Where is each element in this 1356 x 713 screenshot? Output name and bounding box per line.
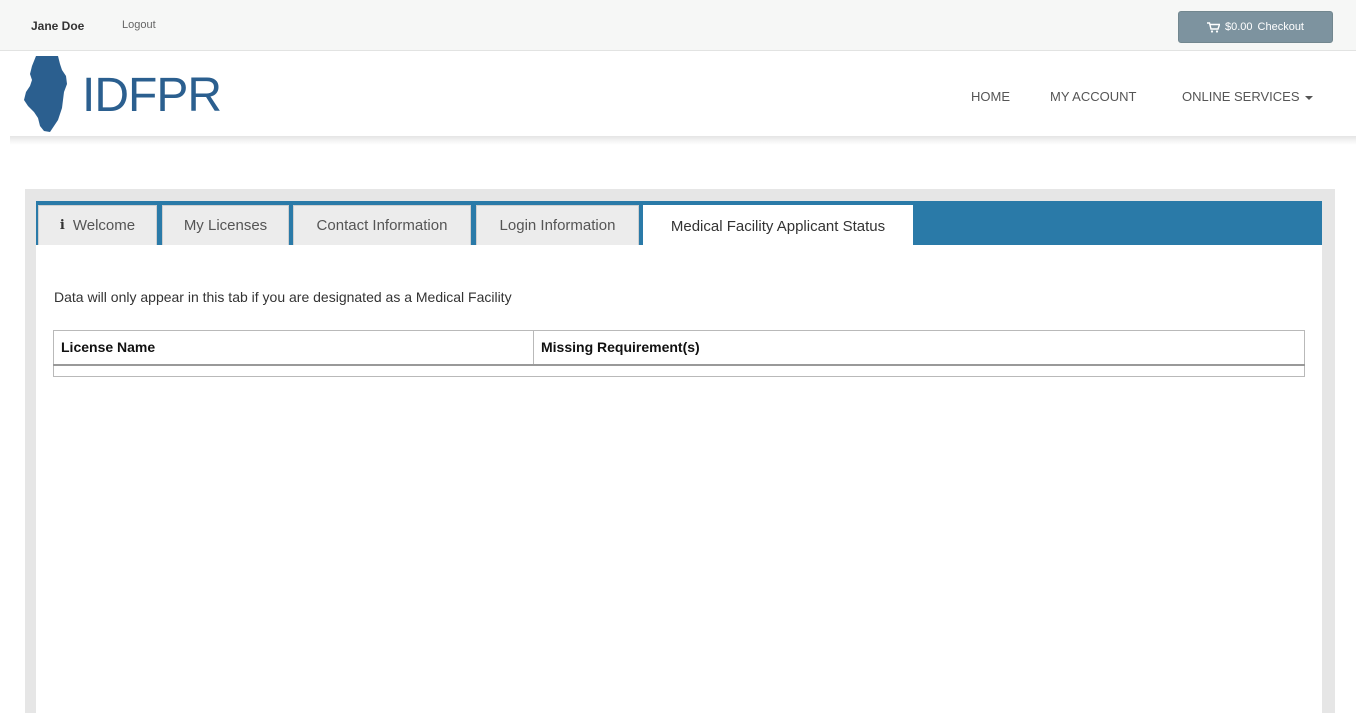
logout-link[interactable]: Logout bbox=[122, 19, 156, 31]
checkout-label: Checkout bbox=[1257, 21, 1304, 33]
column-header-license-name: License Name bbox=[53, 330, 534, 365]
nav-online-services-label: ONLINE SERVICES bbox=[1182, 89, 1300, 104]
requirements-table: License Name Missing Requirement(s) bbox=[53, 330, 1305, 377]
header-divider bbox=[10, 136, 1356, 145]
content-panel bbox=[36, 201, 1322, 713]
checkout-button[interactable]: $0.00 Checkout bbox=[1178, 11, 1333, 43]
tab-label: My Licenses bbox=[183, 217, 268, 234]
nav-home[interactable]: HOME bbox=[971, 89, 1010, 104]
tab-label: Welcome bbox=[72, 217, 136, 234]
tab-label: Contact Information bbox=[316, 217, 448, 234]
tab-label: Medical Facility Applicant Status bbox=[670, 217, 886, 235]
empty-table-cell bbox=[53, 363, 1305, 377]
column-header-missing-requirements: Missing Requirement(s) bbox=[533, 330, 1305, 365]
caret-down-icon bbox=[1304, 95, 1313, 100]
nav-online-services[interactable]: ONLINE SERVICES bbox=[1182, 89, 1313, 104]
user-name: Jane Doe bbox=[31, 19, 85, 33]
empty-table-row bbox=[53, 363, 1305, 377]
info-icon: i bbox=[59, 218, 65, 233]
tab-welcome[interactable]: i Welcome bbox=[38, 205, 157, 245]
idfpr-logo[interactable]: IDFPR bbox=[22, 54, 232, 134]
tab-contact-information[interactable]: Contact Information bbox=[293, 205, 471, 245]
top-utility-bar: Jane Doe Logout $0.00 Checkout bbox=[0, 0, 1356, 51]
tab-label: Login Information bbox=[499, 217, 616, 234]
table-header-row: License Name Missing Requirement(s) bbox=[53, 330, 1305, 365]
cart-icon bbox=[1206, 21, 1220, 33]
tab-medical-facility-applicant-status[interactable]: Medical Facility Applicant Status bbox=[643, 205, 913, 246]
logo-text: IDFPR bbox=[82, 69, 222, 122]
tab-info-text: Data will only appear in this tab if you… bbox=[54, 289, 512, 305]
tab-my-licenses[interactable]: My Licenses bbox=[162, 205, 289, 245]
tab-login-information[interactable]: Login Information bbox=[476, 205, 639, 245]
cart-amount: $0.00 bbox=[1224, 21, 1253, 33]
nav-my-account[interactable]: MY ACCOUNT bbox=[1050, 89, 1136, 104]
